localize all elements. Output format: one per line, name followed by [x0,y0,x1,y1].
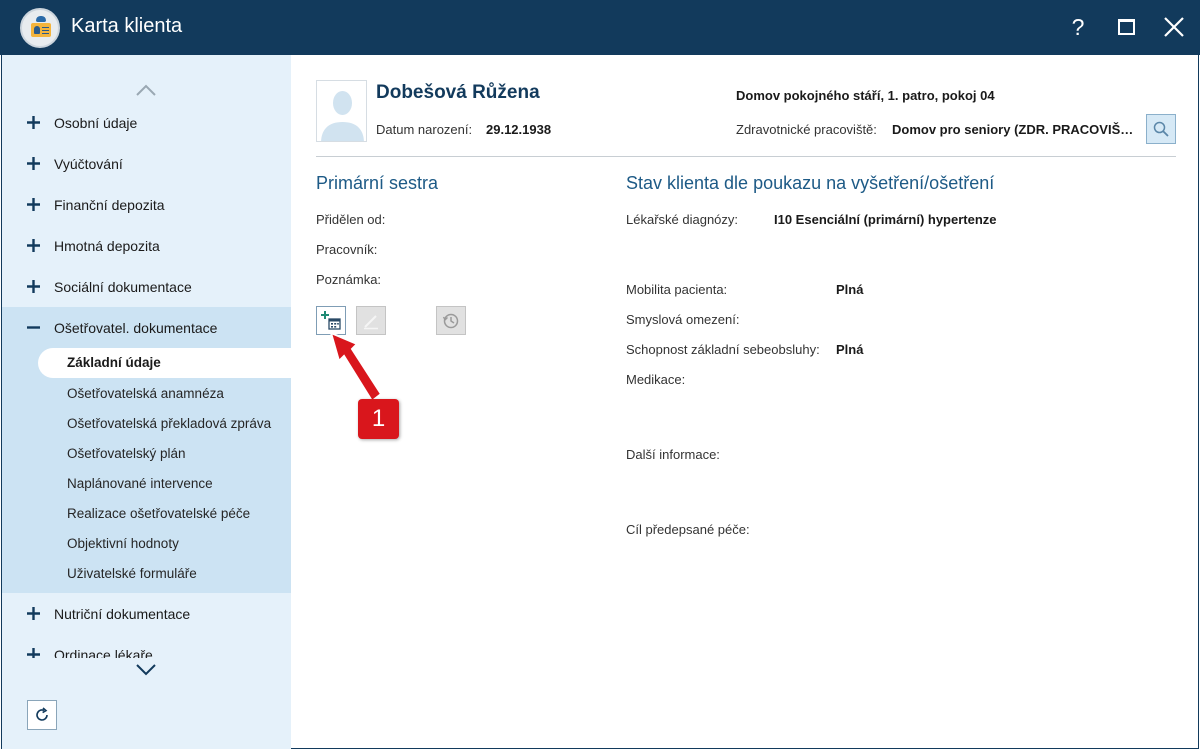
sidebar-item-vyuctovani[interactable]: Vyúčtování [2,143,292,184]
sidebar-item-label: Nutriční dokumentace [54,605,191,622]
sidebar-subitem-objektivni-hodnoty[interactable]: Objektivní hodnoty [67,536,179,551]
sidebar-item-label: Ordinace lékaře [54,647,153,658]
client-name: Dobešová Růžena [376,82,540,103]
client-card-icon [20,8,60,48]
facility-label: Zdravotnické pracoviště: [736,122,877,137]
sidebar-item-label: Hmotná depozita [54,237,160,254]
sidebar-item-financni-depozita[interactable]: Finanční depozita [2,184,292,225]
diagnoses-label: Lékařské diagnózy: [626,212,739,227]
worker-label: Pracovník: [316,242,378,257]
close-icon [1164,17,1184,37]
pencil-icon [364,314,378,329]
sidebar-subitem-plan[interactable]: Ošetřovatelský plán [67,446,186,461]
sidebar-item-label: Finanční depozita [54,196,165,213]
search-icon [1153,121,1169,137]
client-avatar [316,80,367,142]
sidebar-subitem-realizace[interactable]: Realizace ošetřovatelské péče [67,506,250,521]
plus-icon [27,157,40,170]
sidebar-subitem-label: Základní údaje [67,355,161,370]
sensory-limits-label: Smyslová omezení: [626,312,740,327]
main-content: Dobešová Růžena Datum narození: 29.12.19… [291,55,1199,749]
sidebar-item-hmotna-depozita[interactable]: Hmotná depozita [2,225,292,266]
self-care-label: Schopnost základní sebeobsluhy: [626,342,820,357]
plus-icon [27,280,40,293]
maximize-icon [1117,19,1135,35]
window-title: Karta klienta [71,15,183,37]
refresh-icon [36,707,48,721]
client-status-title: Stav klienta dle poukazu na vyšetření/oš… [626,173,995,193]
annotation-badge: 1 [358,399,399,439]
plus-icon [27,648,40,658]
plus-icon [27,239,40,252]
assigned-from-label: Přidělen od: [316,212,386,227]
history-button[interactable] [436,306,466,335]
help-button[interactable]: ? [1061,10,1095,44]
person-silhouette-icon [321,91,364,141]
diagnoses-value: I10 Esenciální (primární) hypertenze [774,212,997,227]
sidebar: Osobní údaje Vyúčtování Finanční depozit… [1,55,292,749]
sidebar-subitem-intervence[interactable]: Naplánované intervence [67,476,213,491]
plus-icon [27,607,40,620]
sidebar-item-socialni-dokumentace[interactable]: Sociální dokumentace [2,266,292,307]
history-icon [442,313,459,328]
other-info-label: Další informace: [626,447,720,462]
primary-nurse-title: Primární sestra [316,173,439,193]
sidebar-item-osobni-udaje[interactable]: Osobní údaje [2,102,292,143]
mobility-label: Mobilita pacienta: [626,282,728,297]
sidebar-item-label: Vyúčtování [54,155,123,172]
medication-label: Medikace: [626,372,686,387]
close-button[interactable] [1157,10,1191,44]
mobility-value: Plná [836,282,864,297]
title-bar: Karta klienta ? [0,0,1200,55]
sidebar-item-nutricni-dokumentace[interactable]: Nutriční dokumentace [2,593,292,634]
sidebar-subitem-anamneza[interactable]: Ošetřovatelská anamnéza [67,386,224,401]
add-record-button[interactable] [316,306,346,335]
maximize-button[interactable] [1109,10,1143,44]
facility-search-button[interactable] [1146,114,1176,144]
chevron-up-icon[interactable] [134,83,158,97]
sidebar-subitem-zakladni-udaje[interactable]: Základní údaje [38,348,292,378]
sidebar-item-label: Ošetřovatel. dokumentace [54,319,218,336]
calendar-add-icon [321,310,341,330]
client-location: Domov pokojného stáří, 1. patro, pokoj 0… [736,88,995,103]
care-goal-label: Cíl předepsané péče: [626,522,750,537]
sidebar-item-label: Osobní údaje [54,114,138,131]
self-care-value: Plná [836,342,864,357]
refresh-button[interactable] [27,700,57,730]
sidebar-subitem-formulare[interactable]: Uživatelské formuláře [67,566,197,581]
minus-icon [27,326,40,329]
sidebar-item-label: Sociální dokumentace [54,278,192,295]
chevron-down-icon[interactable] [134,663,158,677]
facility-value: Domov pro seniory (ZDR. PRACOVIŠTĚ) [892,122,1134,137]
sidebar-subitem-prekladova-zprava[interactable]: Ošetřovatelská překladová zpráva [67,416,271,431]
note-label: Poznámka: [316,272,382,287]
plus-icon [27,198,40,211]
sidebar-item-osetrovatel-dokumentace[interactable]: Ošetřovatel. dokumentace [2,307,292,348]
plus-icon [27,116,40,129]
dob-value: 29.12.1938 [486,122,552,137]
dob-label: Datum narození: [376,122,473,137]
edit-button[interactable] [356,306,386,335]
sidebar-item-ordinace-lekare[interactable]: Ordinace lékaře [2,634,292,658]
header-divider [316,156,1176,157]
